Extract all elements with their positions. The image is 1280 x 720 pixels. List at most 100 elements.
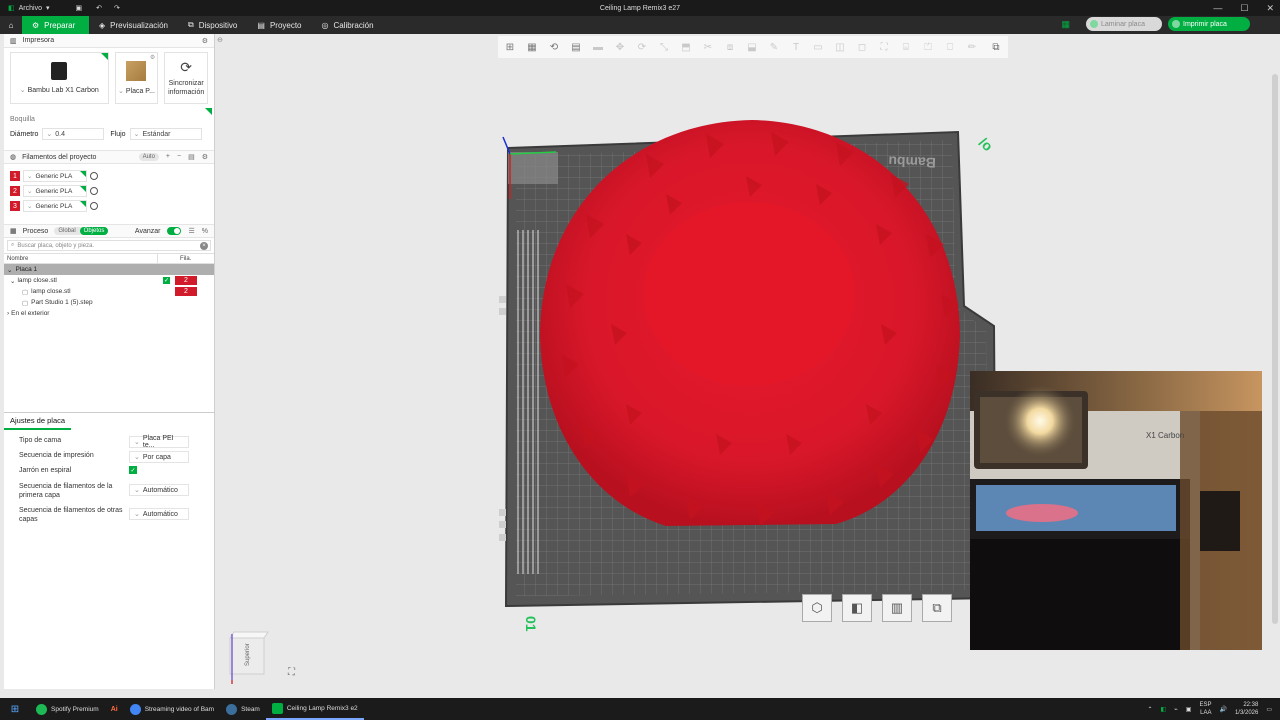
- scale-icon[interactable]: ⤡: [656, 42, 672, 53]
- filament-options-icon[interactable]: [90, 187, 98, 195]
- cylinder-icon[interactable]: ⌸: [898, 42, 914, 53]
- filament-select[interactable]: ⌄ Generic PLA: [23, 170, 87, 182]
- cube-icon[interactable]: ◻: [854, 42, 870, 53]
- filament-options-icon[interactable]: [90, 172, 98, 180]
- tree-row-part[interactable]: ▢ lamp close.stl 2: [4, 286, 214, 297]
- add-plate-icon[interactable]: ▦: [524, 42, 540, 53]
- tray-overflow-icon[interactable]: ⌃: [1147, 706, 1152, 713]
- first-layer-sequence-select[interactable]: ⌄ Automático: [129, 484, 189, 496]
- file-menu[interactable]: Archivo: [19, 5, 42, 12]
- settings-tool-button[interactable]: ⬡: [802, 594, 832, 622]
- arrange-icon[interactable]: ▤: [568, 42, 584, 53]
- chevron-down-icon[interactable]: ▾: [46, 4, 50, 12]
- taskbar-app-bambu-studio[interactable]: Ceiling Lamp Remix3 e2: [265, 698, 364, 720]
- home-button[interactable]: ⌂: [0, 16, 22, 34]
- spiral-vase-checkbox[interactable]: ✓: [129, 466, 137, 474]
- undo-icon[interactable]: ↶: [96, 4, 102, 12]
- assembly-icon[interactable]: ◫: [832, 42, 848, 53]
- taskbar-app-spotify[interactable]: Spotify Premium: [30, 698, 105, 720]
- clear-search-icon[interactable]: ×: [200, 242, 208, 250]
- advanced-switch[interactable]: [167, 227, 182, 235]
- tree-row-object[interactable]: ⌄ lamp close.stl ✓ 2: [4, 275, 214, 286]
- variable-layer-icon[interactable]: ▭: [810, 42, 826, 53]
- remove-icon[interactable]: −: [177, 153, 181, 161]
- maximize-button[interactable]: ☐: [1240, 3, 1248, 14]
- network-icon[interactable]: ⌁: [1174, 706, 1178, 713]
- other-layers-sequence-select[interactable]: ⌄ Automático: [129, 508, 189, 520]
- taskbar-app-chrome[interactable]: Streaming video of Bam: [124, 698, 220, 720]
- split-icon[interactable]: ▬: [590, 42, 606, 53]
- filament-select[interactable]: ⌄ Generic PLA: [23, 185, 87, 197]
- tab-calibration[interactable]: ◎ Calibración: [312, 16, 384, 34]
- tray-app-icon[interactable]: ◧: [1161, 706, 1167, 713]
- print-sequence-select[interactable]: ⌄ Por capa: [129, 451, 189, 463]
- gear-icon[interactable]: ⚙: [202, 37, 208, 45]
- tree-row-outside[interactable]: › En el exterior: [4, 308, 214, 319]
- visible-checkbox[interactable]: ✓: [163, 277, 170, 284]
- zoom-fit-icon[interactable]: ⛶: [288, 667, 295, 678]
- plate-card[interactable]: ⚙ ⌄ Placa P...: [114, 52, 159, 104]
- mesh-boolean-icon[interactable]: ⧈: [722, 42, 738, 53]
- text-tool-icon[interactable]: T: [788, 42, 804, 53]
- lamp-model[interactable]: [540, 120, 960, 526]
- clock[interactable]: 22:38 1/3/2026: [1235, 701, 1258, 717]
- move-icon[interactable]: ✥: [612, 42, 628, 53]
- filament-options-icon[interactable]: [90, 202, 98, 210]
- toggle-objects[interactable]: Objetos: [79, 227, 109, 235]
- support-paint-icon[interactable]: ⬓: [744, 42, 760, 53]
- percent-icon[interactable]: %: [202, 228, 208, 235]
- seam-paint-icon[interactable]: ✎: [766, 42, 782, 53]
- auto-orient-icon[interactable]: ⟲: [546, 42, 562, 53]
- filament-select[interactable]: ⌄ Generic PLA: [23, 200, 87, 212]
- cut-icon[interactable]: ✂: [700, 42, 716, 53]
- list-icon[interactable]: ☰: [188, 227, 194, 235]
- scroll-handle[interactable]: [1272, 74, 1278, 624]
- col-filament-header[interactable]: Fila.: [158, 254, 191, 263]
- notifications-icon[interactable]: ▭: [1266, 706, 1272, 713]
- flow-field[interactable]: ⌄ Estándar: [129, 128, 202, 140]
- object-search-input[interactable]: ⌕ Buscar placa, objeto y pieza. ×: [7, 240, 211, 251]
- taskbar-app-steam[interactable]: Steam: [220, 698, 266, 720]
- toggle-global[interactable]: Global: [54, 227, 79, 235]
- start-button[interactable]: ⊞: [0, 698, 30, 720]
- save-icon[interactable]: ▣: [75, 4, 82, 12]
- label-icon[interactable]: ⎕: [942, 42, 958, 53]
- 3d-viewport[interactable]: ⊖ Bambu 01 /o Superior ⬡ ◧ ▥ ⧉ ⛶ ⊞ ▦ ⟲ ▤…: [216, 34, 1280, 689]
- brush-icon[interactable]: ✏: [964, 42, 980, 53]
- sync-button[interactable]: ⟳ Sincronizar información: [164, 52, 208, 104]
- arrange-tool-button[interactable]: ▥: [882, 594, 912, 622]
- tree-row-plate[interactable]: ⌄ Placa 1: [4, 264, 214, 275]
- slice-plate-button[interactable]: Laminar placa: [1086, 17, 1162, 31]
- rotate-icon[interactable]: ⟳: [634, 42, 650, 53]
- tab-preview[interactable]: ◈ Previsualización: [89, 16, 178, 34]
- tab-project[interactable]: ▤ Proyecto: [247, 16, 311, 34]
- sync-ams-icon[interactable]: ▤: [188, 153, 195, 161]
- col-name-header[interactable]: Nombre: [4, 254, 158, 263]
- input-language[interactable]: ESP LAA: [1199, 701, 1211, 717]
- add-object-icon[interactable]: ⊞: [502, 42, 518, 53]
- lock-tool-button[interactable]: ⧉: [922, 594, 952, 622]
- diameter-field[interactable]: ⌄ 0.4: [42, 128, 105, 140]
- view-options-icon[interactable]: ⧉: [984, 36, 1008, 58]
- filament-badge[interactable]: 2: [175, 287, 197, 296]
- filament-number[interactable]: 1: [10, 171, 20, 181]
- view-cube[interactable]: Superior: [229, 631, 269, 684]
- measure-icon[interactable]: ⏍: [920, 42, 936, 53]
- taskbar-app-illustrator[interactable]: Ai: [105, 698, 124, 720]
- volume-icon[interactable]: 🔊: [1219, 706, 1226, 713]
- lay-on-face-icon[interactable]: ⬒: [678, 42, 694, 53]
- add-icon[interactable]: +: [166, 153, 170, 161]
- print-plate-button[interactable]: Imprimir placa: [1168, 17, 1250, 31]
- tab-device[interactable]: ⧉ Dispositivo: [178, 16, 247, 34]
- minimize-button[interactable]: —: [1213, 3, 1222, 13]
- fit-icon[interactable]: ⛶: [876, 42, 892, 53]
- printer-card[interactable]: ⌄ Bambu Lab X1 Carbon: [10, 52, 109, 104]
- filament-badge[interactable]: 2: [175, 276, 197, 285]
- gear-icon[interactable]: ⚙: [202, 153, 208, 161]
- redo-icon[interactable]: ↷: [114, 4, 120, 12]
- tab-prepare[interactable]: ⚙ Preparar: [22, 16, 89, 34]
- filament-number[interactable]: 3: [10, 201, 20, 211]
- tab-plate-settings[interactable]: Ajustes de placa: [4, 413, 72, 430]
- plates-icon[interactable]: ▦: [1061, 19, 1070, 30]
- object-tool-button[interactable]: ◧: [842, 594, 872, 622]
